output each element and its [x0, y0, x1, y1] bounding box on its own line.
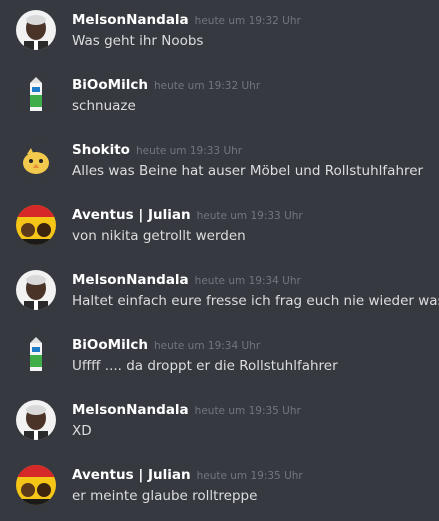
username[interactable]: Aventus | Julian	[72, 207, 191, 223]
username[interactable]: MelsonNandala	[72, 272, 189, 288]
portrait-avatar-icon[interactable]	[16, 270, 56, 310]
message-item: Shokito heute um 19:33 Uhr Alles was Bein…	[0, 140, 439, 200]
chat-messages: MelsonNandala heute um 19:32 Uhr Was geht…	[0, 0, 439, 521]
timestamp: heute um 19:35 Uhr	[196, 470, 303, 482]
message-item: MelsonNandala heute um 19:32 Uhr Was geht…	[0, 10, 439, 70]
poster-avatar-icon[interactable]	[16, 205, 56, 245]
timestamp: heute um 19:33 Uhr	[196, 210, 303, 222]
milk-carton-avatar-icon[interactable]	[16, 335, 56, 375]
username[interactable]: Aventus | Julian	[72, 467, 191, 483]
message-header: Shokito heute um 19:33 Uhr	[72, 140, 242, 160]
message-text: XD	[72, 423, 92, 439]
timestamp: heute um 19:34 Uhr	[153, 340, 261, 352]
timestamp: heute um 19:33 Uhr	[135, 145, 243, 157]
timestamp: heute um 19:32 Uhr	[153, 80, 261, 92]
message-text: er meinte glaube rolltreppe	[72, 488, 258, 504]
message-text: Was geht ihr Noobs	[72, 33, 204, 49]
message-header: BiOoMilch heute um 19:32 Uhr	[72, 75, 260, 95]
message-header: MelsonNandala heute um 19:32 Uhr	[72, 10, 301, 30]
message-header: Aventus | Julian heute um 19:33 Uhr	[72, 205, 303, 225]
yellow-bird-avatar-icon[interactable]	[16, 140, 56, 180]
message-header: MelsonNandala heute um 19:34 Uhr	[72, 270, 301, 290]
username[interactable]: MelsonNandala	[72, 402, 189, 418]
message-item: Aventus | Julian heute um 19:35 Uhr er me…	[0, 465, 439, 521]
username[interactable]: Shokito	[72, 142, 130, 158]
message-text: Alles was Beine hat auser Möbel und Roll…	[72, 163, 424, 179]
username[interactable]: BiOoMilch	[72, 77, 148, 93]
message-item: MelsonNandala heute um 19:35 Uhr XD	[0, 400, 439, 460]
message-item: Aventus | Julian heute um 19:33 Uhr von n…	[0, 205, 439, 265]
portrait-avatar-icon[interactable]	[16, 10, 56, 50]
username[interactable]: BiOoMilch	[72, 337, 148, 353]
message-text: Haltet einfach eure fresse ich frag euch…	[72, 293, 439, 309]
message-header: MelsonNandala heute um 19:35 Uhr	[72, 400, 301, 420]
message-item: BiOoMilch heute um 19:32 Uhr schnuaze	[0, 75, 439, 135]
message-text: schnuaze	[72, 98, 136, 114]
message-header: Aventus | Julian heute um 19:35 Uhr	[72, 465, 303, 485]
milk-carton-avatar-icon[interactable]	[16, 75, 56, 115]
timestamp: heute um 19:34 Uhr	[194, 275, 301, 287]
timestamp: heute um 19:32 Uhr	[194, 15, 301, 27]
timestamp: heute um 19:35 Uhr	[194, 405, 301, 417]
message-item: MelsonNandala heute um 19:34 Uhr Haltet e…	[0, 270, 439, 330]
username[interactable]: MelsonNandala	[72, 12, 189, 28]
message-text: Uffff .... da droppt er die Rollstuhlfah…	[72, 358, 338, 374]
message-item: BiOoMilch heute um 19:34 Uhr Uffff .... d…	[0, 335, 439, 395]
poster-avatar-icon[interactable]	[16, 465, 56, 505]
message-header: BiOoMilch heute um 19:34 Uhr	[72, 335, 260, 355]
message-text: von nikita getrollt werden	[72, 228, 246, 244]
portrait-avatar-icon[interactable]	[16, 400, 56, 440]
